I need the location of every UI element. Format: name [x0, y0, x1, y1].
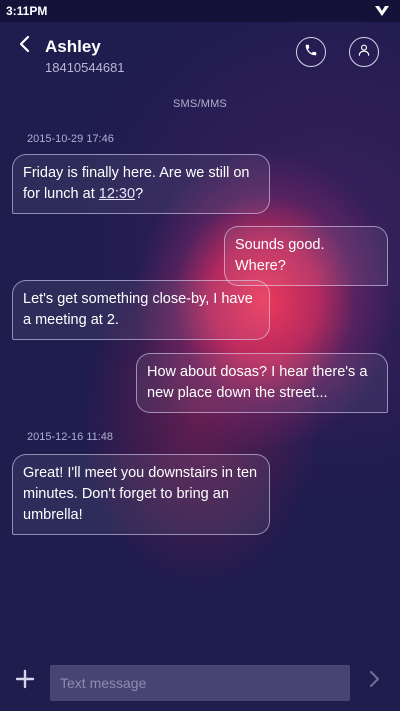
outgoing-message-bubble[interactable]: How about dosas? I hear there's a new pl… [136, 353, 388, 413]
call-button[interactable] [296, 37, 326, 67]
message-text: Let's get something close-by, I have a m… [23, 291, 253, 328]
plus-icon [15, 669, 35, 694]
text-message-input[interactable] [50, 665, 350, 701]
signal-icon [374, 4, 390, 18]
incoming-message-bubble[interactable]: Let's get something close-by, I have a m… [12, 280, 270, 340]
incoming-message-bubble[interactable]: Friday is finally here. Are we still on … [12, 154, 270, 214]
message-timestamp: 2015-12-16 11:48 [27, 431, 114, 443]
message-text: ? [135, 186, 144, 202]
conversation-header: Ashley 18410544681 [0, 22, 400, 84]
back-button[interactable] [12, 34, 36, 58]
incoming-message-bubble[interactable]: Great! I'll meet you downstairs in ten m… [12, 454, 270, 535]
phone-icon [304, 43, 318, 62]
message-text: Great! I'll meet you downstairs in ten m… [23, 465, 258, 523]
channel-label: SMS/MMS [173, 98, 227, 110]
contact-profile-button[interactable] [349, 37, 379, 67]
contact-number: 18410544681 [45, 60, 125, 75]
compose-bar [0, 662, 400, 711]
status-time: 3:11PM [6, 4, 48, 18]
back-arrow-icon [18, 35, 30, 58]
send-chevron-icon [369, 670, 381, 693]
outgoing-message-bubble[interactable]: Sounds good. Where? [224, 226, 388, 286]
time-link[interactable]: 12:30 [99, 186, 135, 202]
message-timestamp: 2015-10-29 17:46 [27, 133, 114, 145]
message-text: Sounds good. Where? [235, 237, 325, 274]
person-icon [357, 43, 371, 62]
send-button[interactable] [364, 670, 386, 692]
status-bar: 3:11PM [0, 0, 400, 22]
add-attachment-button[interactable] [12, 668, 38, 694]
contact-name: Ashley [45, 37, 101, 56]
message-text: How about dosas? I hear there's a new pl… [147, 364, 368, 401]
